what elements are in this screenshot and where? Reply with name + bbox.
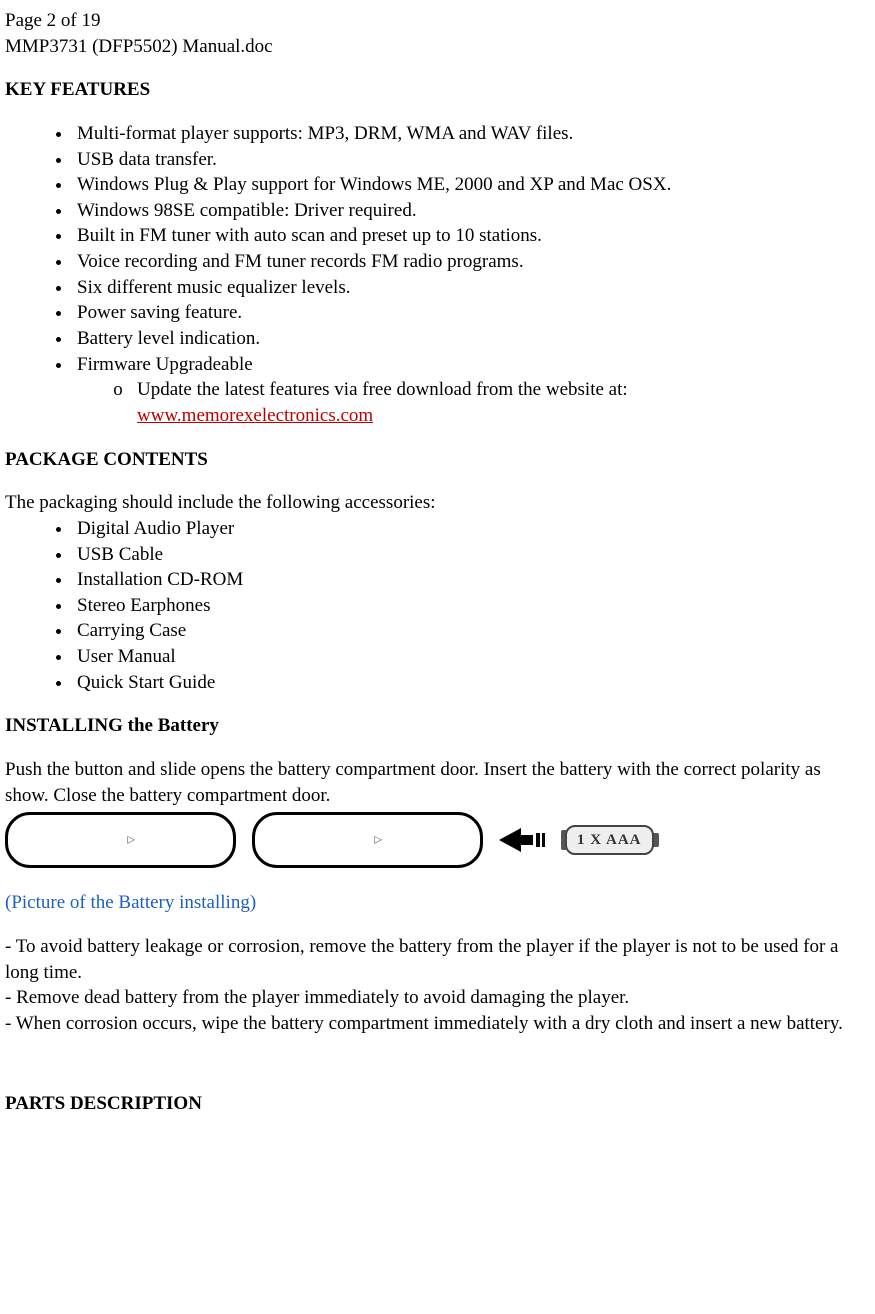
list-item-label: Firmware Upgradeable [77,354,253,375]
battery-note: - When corrosion occurs, wipe the batter… [5,1011,867,1037]
figure-caption: (Picture of the Battery installing) [5,890,867,916]
list-item: Power saving feature. [73,300,867,326]
device-closed-icon: ▷ [5,812,236,868]
heading-key-features: KEY FEATURES [5,77,867,103]
list-item: Installation CD-ROM [73,567,867,593]
battery-note: - Remove dead battery from the player im… [5,985,867,1011]
heading-installing-battery: INSTALLING the Battery [5,713,867,739]
battery-note: - To avoid battery leakage or corrosion,… [5,934,867,985]
list-item: Carrying Case [73,618,867,644]
sub-list-item: Update the latest features via free down… [137,377,867,428]
doc-filename: MMP3731 (DFP5502) Manual.doc [5,34,867,60]
key-features-list: Multi-format player supports: MP3, DRM, … [5,121,867,429]
list-item: USB data transfer. [73,147,867,173]
list-item: Digital Audio Player [73,516,867,542]
battery-figure: ▷ ▷ 1 X AAA [5,812,867,868]
list-item: Stereo Earphones [73,593,867,619]
list-item: Firmware Upgradeable Update the latest f… [73,352,867,429]
website-link[interactable]: www.memorexelectronics.com [137,405,373,426]
page-number: Page 2 of 19 [5,8,867,34]
list-item: Quick Start Guide [73,670,867,696]
device-open-icon: ▷ [252,812,483,868]
list-item: Windows Plug & Play support for Windows … [73,172,867,198]
list-item: User Manual [73,644,867,670]
package-intro: The packaging should include the followi… [5,490,867,516]
device-marker-icon: ▷ [127,834,136,848]
sub-item-text: Update the latest features via free down… [137,379,628,400]
package-contents-list: Digital Audio Player USB Cable Installat… [5,516,867,695]
list-item: USB Cable [73,542,867,568]
device-marker-icon: ▷ [374,834,383,848]
list-item: Battery level indication. [73,326,867,352]
list-item: Voice recording and FM tuner records FM … [73,249,867,275]
list-item: Six different music equalizer levels. [73,275,867,301]
list-item: Built in FM tuner with auto scan and pre… [73,223,867,249]
list-item: Multi-format player supports: MP3, DRM, … [73,121,867,147]
arrow-left-icon [499,828,545,852]
sub-list: Update the latest features via free down… [77,377,867,428]
heading-package-contents: PACKAGE CONTENTS [5,447,867,473]
battery-intro: Push the button and slide opens the batt… [5,757,867,808]
list-item: Windows 98SE compatible: Driver required… [73,198,867,224]
heading-parts-description: PARTS DESCRIPTION [5,1091,867,1117]
battery-icon: 1 X AAA [561,825,659,855]
battery-label: 1 X AAA [565,825,654,855]
